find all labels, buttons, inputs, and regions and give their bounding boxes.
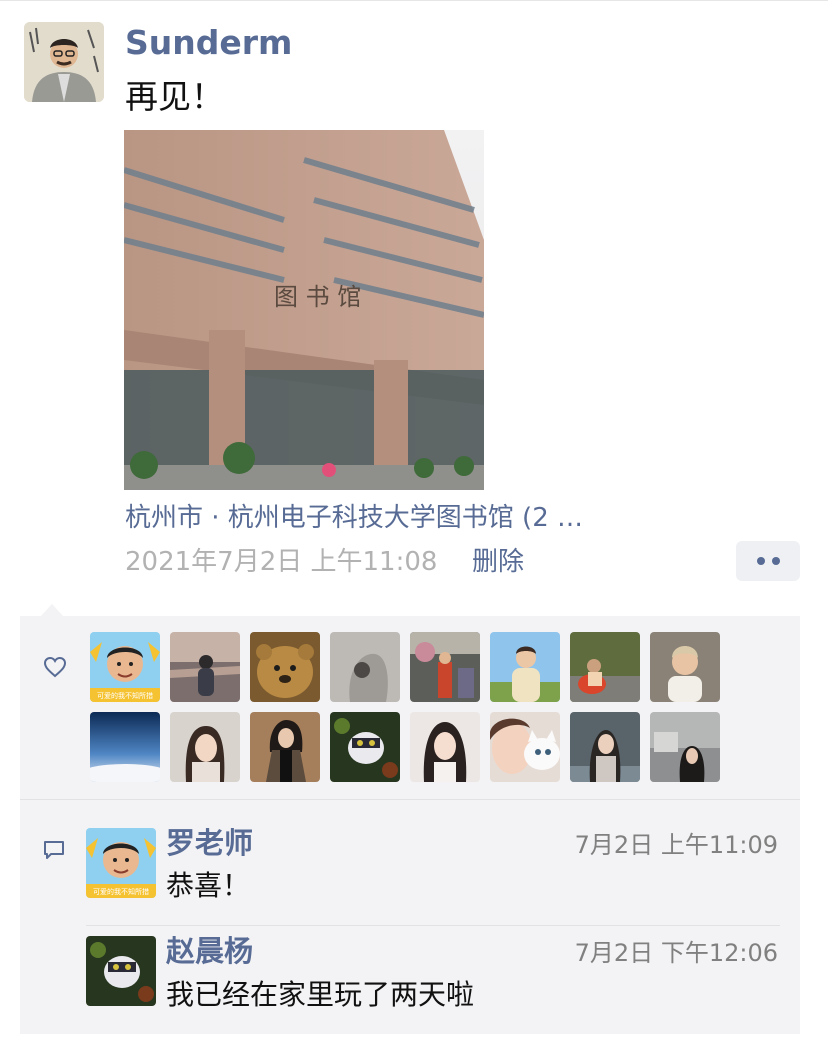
comment-time: 7月2日 上午11:09 — [574, 831, 778, 859]
post-text: 再见！ — [125, 77, 224, 116]
liker-avatar[interactable] — [410, 632, 480, 702]
delete-button[interactable]: 删除 — [472, 544, 524, 580]
liker-avatar[interactable] — [490, 712, 560, 782]
comment-text: 恭喜！ — [166, 869, 251, 902]
post-photo[interactable]: 图 书 馆 — [124, 130, 484, 490]
liker-avatar[interactable] — [490, 632, 560, 702]
liker-avatar[interactable] — [330, 632, 400, 702]
liker-avatar[interactable] — [650, 632, 720, 702]
liker-avatar[interactable] — [170, 712, 240, 782]
liker-avatar[interactable] — [250, 632, 320, 702]
comment-divider — [86, 925, 780, 926]
liker-avatar[interactable] — [250, 712, 320, 782]
comment-icon — [44, 841, 64, 859]
post-timestamp: 2021年7月2日 上午11:08 — [125, 547, 438, 577]
avatar-overlay-text: 可爱的我不知所措 — [93, 887, 149, 896]
section-divider — [20, 799, 800, 800]
avatar-overlay-text: 可爱的我不知所措 — [97, 691, 153, 700]
likers-grid: 可爱的我不知所措 — [90, 632, 730, 782]
location-link[interactable]: 杭州市 · 杭州电子科技大学图书馆 (2 … — [125, 500, 583, 536]
heart-icon — [43, 656, 67, 678]
more-actions-button[interactable] — [736, 541, 800, 581]
liker-avatar[interactable] — [570, 712, 640, 782]
comment-text: 我已经在家里玩了两天啦 — [166, 978, 475, 1011]
liker-avatar[interactable] — [330, 712, 400, 782]
more-dot-icon — [771, 557, 780, 565]
comment-author-name[interactable]: 罗老师 — [166, 825, 253, 861]
liker-avatar[interactable] — [170, 632, 240, 702]
liker-avatar[interactable] — [650, 712, 720, 782]
comment-avatar[interactable]: 可爱的我不知所措 — [86, 828, 156, 898]
liker-avatar[interactable]: 可爱的我不知所措 — [90, 632, 160, 702]
comment-time: 7月2日 下午12:06 — [574, 939, 778, 967]
liker-avatar[interactable] — [90, 712, 160, 782]
liker-avatar[interactable] — [410, 712, 480, 782]
more-dot-icon — [756, 557, 765, 565]
author-name[interactable]: Sunderm — [125, 22, 292, 64]
photo-sign-text: 图 书 馆 — [274, 283, 361, 311]
author-avatar[interactable] — [24, 22, 104, 102]
comment-avatar[interactable] — [86, 936, 156, 1006]
comment-author-name[interactable]: 赵晨杨 — [166, 933, 253, 969]
top-divider — [0, 0, 828, 1]
liker-avatar[interactable] — [570, 632, 640, 702]
